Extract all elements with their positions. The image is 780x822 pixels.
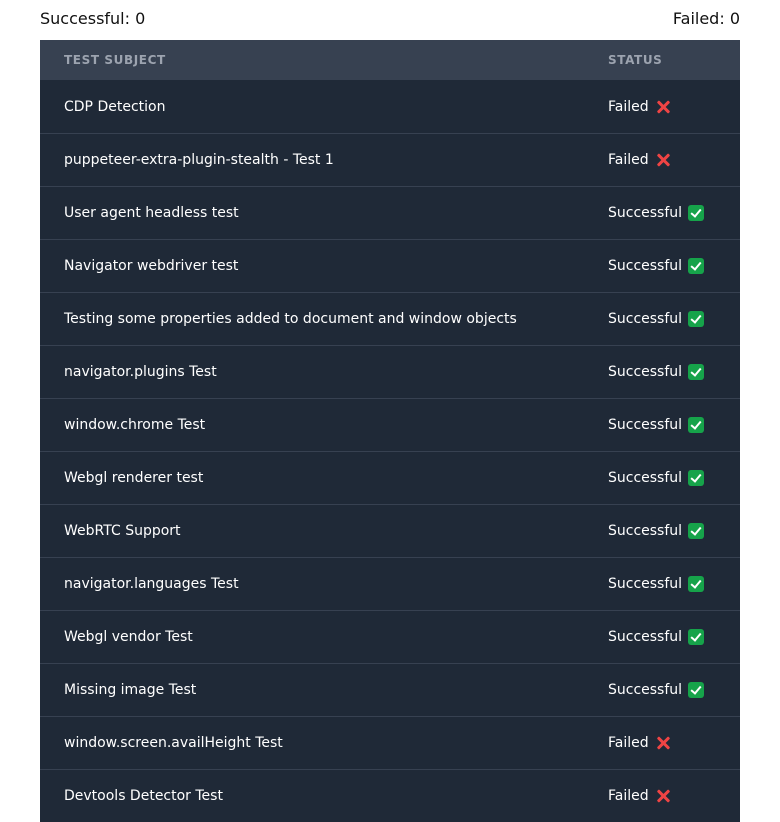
check-mark-icon: [688, 258, 705, 274]
table-row: User agent headless test Successful: [40, 186, 740, 239]
status-label: Successful: [608, 364, 683, 380]
table-body: CDP Detection Failed puppeteer-extra-plugi…: [40, 80, 740, 822]
status-label: Failed: [608, 735, 649, 751]
test-subject-cell: Navigator webdriver test: [64, 258, 239, 274]
table-row: window.chrome Test Successful: [40, 398, 740, 451]
test-subject-cell: Webgl renderer test: [64, 470, 204, 486]
status-cell: Failed: [584, 99, 740, 115]
table-row: navigator.plugins Test Successful: [40, 345, 740, 398]
status-label: Successful: [608, 417, 683, 433]
test-subject-cell: User agent headless test: [64, 205, 239, 221]
table-header: TEST SUBJECT STATUS: [40, 40, 740, 80]
successful-count: Successful: 0: [40, 9, 146, 28]
test-subject-cell: Devtools Detector Test: [64, 788, 223, 804]
status-cell: Successful: [584, 364, 740, 380]
table-row: Missing image Test Successful: [40, 663, 740, 716]
test-subject-cell: navigator.plugins Test: [64, 364, 217, 380]
status-label: Successful: [608, 576, 683, 592]
check-mark-icon: [688, 311, 705, 327]
check-mark-icon: [688, 205, 705, 221]
status-cell: Successful: [584, 576, 740, 592]
status-cell: Failed: [584, 788, 740, 804]
status-cell: Successful: [584, 470, 740, 486]
results-summary: Successful: 0 Failed: 0: [40, 0, 740, 40]
status-label: Successful: [608, 629, 683, 645]
status-cell: Successful: [584, 311, 740, 327]
status-cell: Successful: [584, 258, 740, 274]
test-subject-cell: Webgl vendor Test: [64, 629, 193, 645]
status-cell: Successful: [584, 205, 740, 221]
status-label: Successful: [608, 470, 683, 486]
check-mark-icon: [688, 576, 705, 592]
table-row: Webgl renderer test Successful: [40, 451, 740, 504]
header-test-subject: TEST SUBJECT: [64, 53, 166, 67]
table-row: window.screen.availHeight Test Failed: [40, 716, 740, 769]
table-row: puppeteer-extra-plugin-stealth - Test 1 F…: [40, 133, 740, 186]
status-cell: Failed: [584, 152, 740, 168]
header-status: STATUS: [608, 53, 663, 67]
status-cell: Successful: [584, 417, 740, 433]
test-subject-cell: window.screen.availHeight Test: [64, 735, 283, 751]
status-cell: Successful: [584, 629, 740, 645]
check-mark-icon: [688, 629, 705, 645]
cross-mark-icon: [655, 788, 671, 804]
status-label: Successful: [608, 311, 683, 327]
test-subject-cell: window.chrome Test: [64, 417, 206, 433]
status-cell: Failed: [584, 735, 740, 751]
test-subject-cell: Missing image Test: [64, 682, 197, 698]
cross-mark-icon: [655, 152, 671, 168]
table-row: Navigator webdriver test Successful: [40, 239, 740, 292]
check-mark-icon: [688, 682, 705, 698]
status-label: Successful: [608, 205, 683, 221]
table-row: Webgl vendor Test Successful: [40, 610, 740, 663]
status-cell: Successful: [584, 523, 740, 539]
table-row: CDP Detection Failed: [40, 80, 740, 133]
check-mark-icon: [688, 470, 705, 486]
check-mark-icon: [688, 523, 705, 539]
status-label: Failed: [608, 152, 649, 168]
table-row: WebRTC Support Successful: [40, 504, 740, 557]
test-subject-cell: CDP Detection: [64, 98, 166, 115]
test-subject-cell: Testing some properties added to documen…: [64, 311, 517, 327]
test-subject-cell: navigator.languages Test: [64, 576, 239, 592]
cross-mark-icon: [655, 735, 671, 751]
status-label: Failed: [608, 98, 649, 115]
status-cell: Successful: [584, 682, 740, 698]
results-table: TEST SUBJECT STATUS CDP Detection Failed p…: [40, 40, 740, 822]
status-label: Successful: [608, 258, 683, 274]
status-label: Successful: [608, 682, 683, 698]
status-label: Failed: [608, 788, 649, 804]
check-mark-icon: [688, 417, 705, 433]
table-row: Devtools Detector Test Failed: [40, 769, 740, 822]
failed-count: Failed: 0: [672, 9, 740, 28]
table-row: navigator.languages Test Successful: [40, 557, 740, 610]
test-subject-cell: WebRTC Support: [64, 523, 181, 539]
cross-mark-icon: [655, 99, 671, 115]
test-subject-cell: puppeteer-extra-plugin-stealth - Test 1: [64, 152, 334, 168]
table-row: Testing some properties added to documen…: [40, 292, 740, 345]
check-mark-icon: [688, 364, 705, 380]
status-label: Successful: [608, 523, 683, 539]
